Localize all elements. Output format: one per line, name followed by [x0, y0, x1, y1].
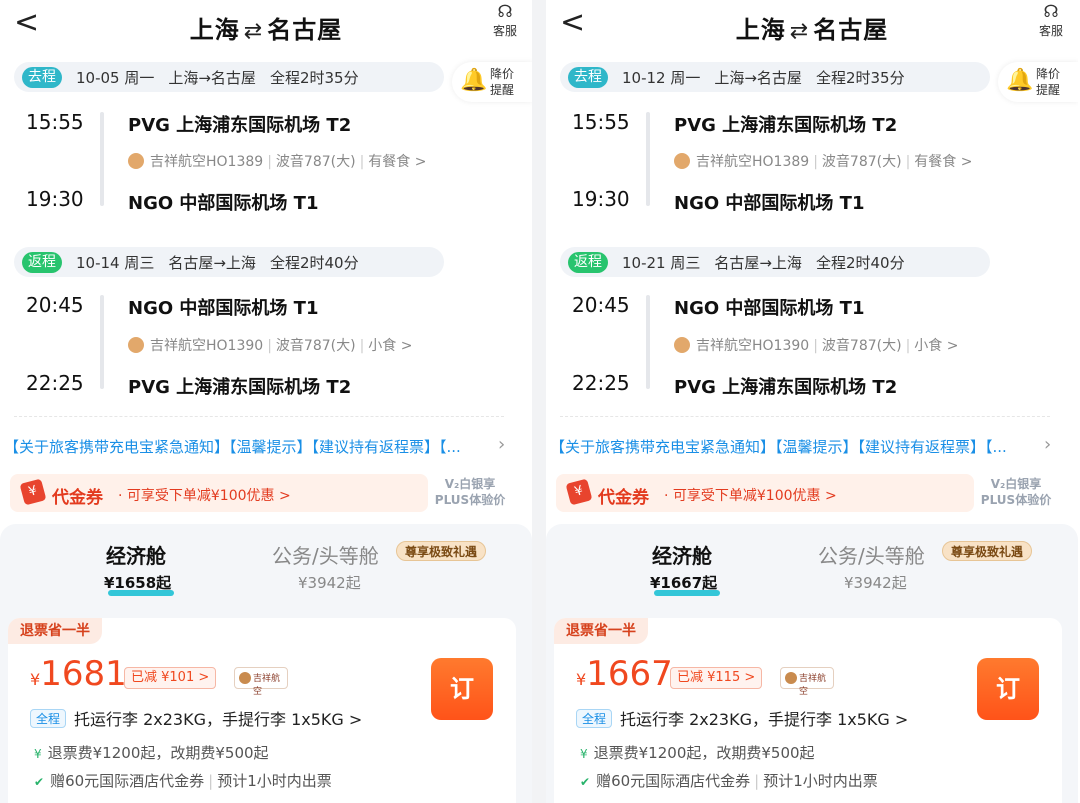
baggage-info[interactable]: 全程 托运行李 2x23KG，手提行李 1x5KG >: [576, 706, 908, 730]
return-tag: 返程: [22, 252, 62, 273]
active-tab-indicator: [108, 590, 174, 596]
return-dep-airport: NGO 中部国际机场 T1: [674, 298, 865, 319]
coupon-banner[interactable]: ¥ 代金券 · 可享受下单减¥100优惠 >: [10, 474, 428, 512]
outbound-dep-time: 15:55: [572, 110, 630, 134]
customer-service-button[interactable]: ☊ 客服: [490, 2, 520, 39]
outbound-tag: 去程: [568, 67, 608, 88]
return-arr-time: 22:25: [572, 371, 630, 395]
vip-badge: 尊享极致礼遇: [942, 541, 1033, 561]
outbound-dep-time: 15:55: [26, 110, 84, 134]
check-icon: ✔: [34, 775, 45, 789]
tab-business[interactable]: 公务/头等舱: [272, 540, 379, 569]
timeline: [100, 295, 104, 389]
outbound-dep-airport: PVG 上海浦东国际机场 T2: [128, 115, 352, 136]
fare-price: ¥1681: [30, 654, 127, 694]
outbound-summary: 去程 10-05 周一 上海→名古屋 全程2时35分: [14, 62, 444, 92]
return-dep-time: 20:45: [572, 293, 630, 317]
fare-price: ¥1667: [576, 654, 673, 694]
check-icon: ✔: [580, 775, 591, 789]
timeline: [100, 112, 104, 206]
divider: [14, 416, 504, 417]
return-dep-time: 20:45: [26, 293, 84, 317]
plus-member-label: V₂白银享 PLUS体验价: [980, 477, 1052, 507]
return-summary: 返程 10-14 周三 名古屋→上海 全程2时40分: [14, 247, 444, 277]
airline-logo-icon: [128, 337, 144, 353]
tab-economy[interactable]: 经济舱: [652, 540, 712, 569]
outbound-arr-airport: NGO 中部国际机场 T1: [128, 193, 319, 214]
discount-badge[interactable]: 已减 ¥115 >: [670, 667, 763, 689]
discount-badge[interactable]: 已减 ¥101 >: [124, 667, 217, 689]
airline-logo-icon: [785, 672, 797, 684]
airline-logo-icon: [674, 337, 690, 353]
return-arr-airport: PVG 上海浦东国际机场 T2: [674, 377, 898, 398]
outbound-tag: 去程: [22, 67, 62, 88]
gift-info: ✔ 赠60元国际酒店代金券 | 预计1小时内出票: [34, 772, 332, 790]
refund-tag: 退票省一半: [554, 618, 648, 644]
swap-icon[interactable]: ⇄: [244, 19, 263, 44]
timeline: [646, 112, 650, 206]
header: < 上海 ⇄ 名古屋 ☊ 客服: [546, 0, 1078, 50]
active-tab-indicator: [654, 590, 720, 596]
timeline: [646, 295, 650, 389]
panel-divider: [532, 0, 546, 803]
book-button[interactable]: 订: [431, 658, 493, 720]
outbound-arr-time: 19:30: [572, 187, 630, 211]
outbound-dep-airport: PVG 上海浦东国际机场 T2: [674, 115, 898, 136]
outbound-arr-airport: NGO 中部国际机场 T1: [674, 193, 865, 214]
refund-tag: 退票省一半: [8, 618, 102, 644]
outbound-summary: 去程 10-12 周一 上海→名古屋 全程2时35分: [560, 62, 990, 92]
booking-panel-right: < 上海 ⇄ 名古屋 ☊ 客服 🔔 降价提醒 去程 10-12 周一 上海→名古屋 全程…: [546, 0, 1078, 803]
price-alert-button[interactable]: 🔔 降价提醒: [998, 62, 1078, 102]
coupon-icon: ¥: [565, 478, 593, 506]
yen-icon: ¥: [34, 747, 42, 761]
return-arr-airport: PVG 上海浦东国际机场 T2: [128, 377, 352, 398]
book-button[interactable]: 订: [977, 658, 1039, 720]
plus-member-label: V₂白银享 PLUS体验价: [434, 477, 506, 507]
airline-logo-icon: [674, 153, 690, 169]
divider: [560, 416, 1050, 417]
return-tag: 返程: [568, 252, 608, 273]
bell-icon: 🔔: [1006, 68, 1034, 93]
airline-badge: 吉祥航空: [780, 667, 834, 697]
coupon-banner[interactable]: ¥ 代金券 · 可享受下单减¥100优惠 >: [556, 474, 974, 512]
return-dep-airport: NGO 中部国际机场 T1: [128, 298, 319, 319]
airline-badge: 吉祥航空: [234, 667, 288, 697]
headset-icon: ☊: [1043, 2, 1059, 22]
swap-icon[interactable]: ⇄: [790, 19, 809, 44]
business-price: ¥3942起: [298, 574, 361, 592]
return-arr-time: 22:25: [26, 371, 84, 395]
outbound-arr-time: 19:30: [26, 187, 84, 211]
tab-business[interactable]: 公务/头等舱: [818, 540, 925, 569]
header: < 上海 ⇄ 名古屋 ☊ 客服: [0, 0, 532, 50]
return-summary: 返程 10-21 周三 名古屋→上海 全程2时40分: [560, 247, 990, 277]
headset-icon: ☊: [497, 2, 513, 22]
baggage-info[interactable]: 全程 托运行李 2x23KG，手提行李 1x5KG >: [30, 706, 362, 730]
coupon-icon: ¥: [19, 478, 47, 506]
fee-info: ¥ 退票费¥1200起，改期费¥500起: [34, 744, 269, 762]
notice-banner[interactable]: 【关于旅客携带充电宝紧急通知】【温馨提示】【建议持有返程票】【...: [4, 436, 461, 457]
page-title: 上海 ⇄ 名古屋: [735, 16, 889, 44]
airline-logo-icon: [239, 672, 251, 684]
return-flight-info[interactable]: 吉祥航空HO1390 | 波音787(大) | 小食 >: [128, 335, 412, 355]
outbound-flight-info[interactable]: 吉祥航空HO1389 | 波音787(大) | 有餐食 >: [674, 151, 972, 171]
return-flight-info[interactable]: 吉祥航空HO1390 | 波音787(大) | 小食 >: [674, 335, 958, 355]
gift-info: ✔ 赠60元国际酒店代金券 | 预计1小时内出票: [580, 772, 878, 790]
airline-logo-icon: [128, 153, 144, 169]
business-price: ¥3942起: [844, 574, 907, 592]
vip-badge: 尊享极致礼遇: [396, 541, 487, 561]
notice-banner[interactable]: 【关于旅客携带充电宝紧急通知】【温馨提示】【建议持有返程票】【...: [550, 436, 1007, 457]
booking-panel-left: < 上海 ⇄ 名古屋 ☊ 客服 🔔 降价提醒 去程 10-05 周一 上海→名古屋 全程…: [0, 0, 532, 803]
yen-icon: ¥: [580, 747, 588, 761]
outbound-flight-info[interactable]: 吉祥航空HO1389 | 波音787(大) | 有餐食 >: [128, 151, 426, 171]
page-title: 上海 ⇄ 名古屋: [189, 16, 343, 44]
price-alert-button[interactable]: 🔔 降价提醒: [452, 62, 532, 102]
bell-icon: 🔔: [460, 68, 488, 93]
chevron-right-icon[interactable]: ›: [498, 434, 505, 455]
fee-info: ¥ 退票费¥1200起，改期费¥500起: [580, 744, 815, 762]
chevron-right-icon[interactable]: ›: [1044, 434, 1051, 455]
customer-service-button[interactable]: ☊ 客服: [1036, 2, 1066, 39]
tab-economy[interactable]: 经济舱: [106, 540, 166, 569]
